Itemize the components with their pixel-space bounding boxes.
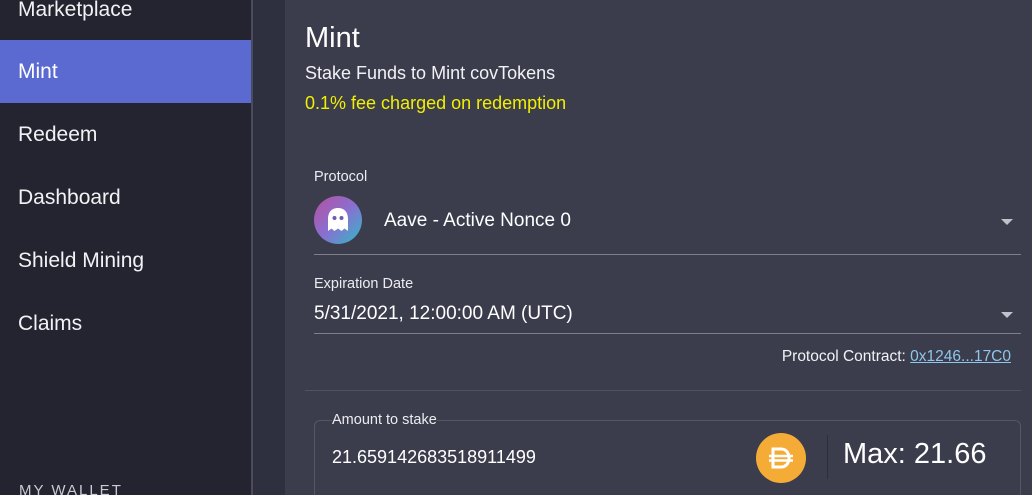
stake-amount-field[interactable]: Amount to stake 21.659142683518911499 Ma… (314, 412, 1021, 495)
sidebar-item-dashboard[interactable]: Dashboard (0, 166, 251, 229)
sidebar-item-label: Dashboard (18, 185, 121, 209)
sidebar-item-mint[interactable]: Mint (0, 40, 251, 103)
expiration-value: 5/31/2021, 12:00:00 AM (UTC) (314, 303, 573, 324)
sidebar-item-label: Claims (18, 311, 83, 335)
sidebar-item-label: Shield Mining (18, 248, 145, 272)
sidebar-item-marketplace[interactable]: Marketplace (0, 0, 251, 41)
expiration-select[interactable]: 5/31/2021, 12:00:00 AM (UTC) (314, 300, 1021, 334)
sidebar: Marketplace Mint Redeem Dashboard Shield… (0, 0, 251, 495)
expiration-label: Expiration Date (314, 276, 414, 292)
protocol-select[interactable]: Aave - Active Nonce 0 (314, 196, 1021, 255)
page-subtitle: Stake Funds to Mint covTokens (305, 63, 556, 83)
fee-notice: 0.1% fee charged on redemption (305, 93, 567, 113)
mint-panel: Mint Stake Funds to Mint covTokens 0.1% … (285, 0, 1032, 495)
stake-amount-input[interactable]: 21.659142683518911499 (332, 447, 536, 468)
aave-ghost-icon (314, 196, 362, 244)
protocol-contract-link[interactable]: 0x1246...17C0 (910, 348, 1011, 365)
max-button[interactable]: Max: 21.66 (843, 438, 986, 471)
protocol-contract-label: Protocol Contract: (781, 348, 911, 365)
sidebar-item-shield-mining[interactable]: Shield Mining (0, 229, 251, 292)
chevron-down-icon (1001, 219, 1013, 225)
sidebar-item-label: Redeem (18, 122, 98, 146)
protocol-contract: Protocol Contract: 0x1246...17C0 (782, 348, 1011, 366)
wallet-section-label: MY WALLET (19, 482, 123, 495)
protocol-value: Aave - Active Nonce 0 (384, 210, 571, 231)
sidebar-item-redeem[interactable]: Redeem (0, 103, 251, 166)
stake-amount-label: Amount to stake (332, 412, 437, 428)
field-separator (827, 435, 828, 479)
chevron-down-icon (1001, 312, 1013, 318)
content-gutter (251, 0, 285, 495)
sidebar-item-label: Mint (18, 59, 58, 83)
section-divider (305, 390, 1021, 391)
sidebar-item-label: Marketplace (18, 0, 133, 21)
page-title: Mint (305, 22, 360, 54)
sidebar-item-claims[interactable]: Claims (0, 292, 251, 355)
dai-icon[interactable] (756, 433, 806, 483)
protocol-label: Protocol (314, 169, 368, 185)
